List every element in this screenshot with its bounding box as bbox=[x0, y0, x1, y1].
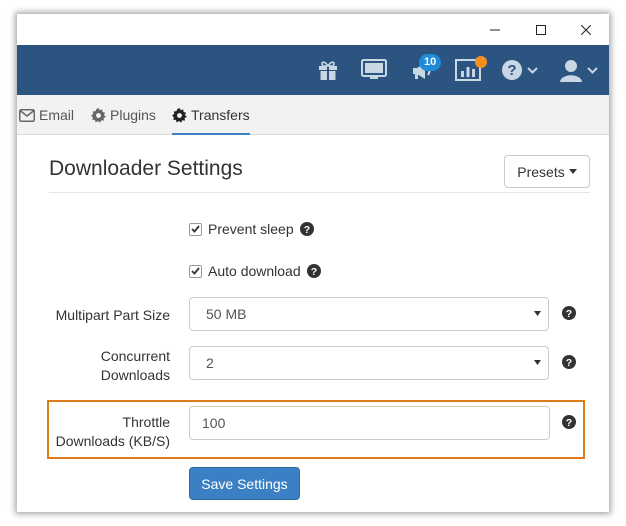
auto-download-row: Auto download ? bbox=[189, 263, 321, 279]
close-icon bbox=[581, 24, 591, 35]
presets-dropdown-button[interactable]: Presets bbox=[504, 155, 590, 188]
help-icon: ? bbox=[562, 355, 576, 369]
minimize-button[interactable] bbox=[472, 14, 518, 45]
envelope-icon bbox=[19, 108, 35, 122]
caret-down-icon bbox=[568, 169, 577, 174]
tab-email[interactable]: Email bbox=[19, 95, 74, 135]
help-icon: ? bbox=[562, 306, 576, 320]
throttle-downloads-input[interactable]: 100 bbox=[189, 406, 550, 440]
tab-transfers[interactable]: Transfers bbox=[172, 95, 250, 136]
maximize-button[interactable] bbox=[518, 14, 564, 45]
concurrent-downloads-label: Concurrent Downloads bbox=[37, 347, 170, 385]
checkmark-icon bbox=[191, 267, 200, 275]
caret-down-icon bbox=[534, 311, 541, 316]
user-menu-button[interactable] bbox=[555, 45, 601, 95]
svg-text:?: ? bbox=[566, 357, 572, 369]
title-divider bbox=[49, 192, 590, 193]
gear-icon bbox=[91, 107, 106, 123]
tab-transfers-label: Transfers bbox=[191, 107, 250, 123]
help-icon: ? bbox=[501, 60, 522, 80]
save-settings-button[interactable]: Save Settings bbox=[189, 467, 300, 500]
gift-button[interactable] bbox=[313, 45, 343, 95]
svg-text:?: ? bbox=[566, 417, 572, 429]
help-icon: ? bbox=[562, 415, 576, 429]
multipart-part-size-label-text: Multipart Part Size bbox=[55, 307, 170, 323]
auto-download-help[interactable]: ? bbox=[306, 264, 321, 278]
settings-panel: Downloader Settings Presets Prevent slee… bbox=[17, 135, 609, 512]
tab-email-label: Email bbox=[39, 107, 75, 123]
tab-plugins[interactable]: Plugins bbox=[91, 95, 156, 135]
help-menu-button[interactable]: ? bbox=[497, 45, 541, 95]
svg-text:?: ? bbox=[310, 266, 316, 278]
page-title: Downloader Settings bbox=[49, 157, 243, 180]
tab-plugins-label: Plugins bbox=[110, 107, 156, 123]
app-window: 10 ? Email Plugins Transfers Downloader … bbox=[17, 14, 609, 512]
title-bar bbox=[17, 14, 609, 45]
multipart-part-size-help[interactable]: ? bbox=[562, 306, 576, 325]
help-icon: ? bbox=[306, 264, 321, 278]
throttle-downloads-label-line1: Throttle bbox=[122, 414, 170, 430]
throttle-downloads-label: Throttle Downloads (KB/S) bbox=[37, 413, 170, 451]
chevron-down-icon bbox=[586, 66, 598, 74]
presets-label: Presets bbox=[517, 163, 565, 180]
monitor-icon bbox=[361, 59, 387, 79]
minimize-icon bbox=[490, 29, 500, 30]
stats-indicator-dot bbox=[475, 56, 487, 68]
user-icon bbox=[559, 60, 582, 82]
auto-download-label: Auto download bbox=[208, 263, 301, 279]
prevent-sleep-row: Prevent sleep ? bbox=[189, 221, 314, 237]
chevron-down-icon bbox=[526, 66, 538, 74]
prevent-sleep-label: Prevent sleep bbox=[208, 221, 294, 237]
concurrent-downloads-label-line2: Downloads bbox=[100, 367, 170, 383]
checkmark-icon bbox=[191, 225, 200, 233]
concurrent-downloads-select[interactable]: 2 bbox=[189, 346, 549, 380]
prevent-sleep-checkbox[interactable] bbox=[189, 222, 202, 236]
svg-text:?: ? bbox=[507, 62, 516, 79]
throttle-downloads-label-line2: Downloads (KB/S) bbox=[55, 433, 170, 449]
stats-button[interactable] bbox=[451, 45, 485, 95]
concurrent-downloads-value: 2 bbox=[206, 355, 214, 371]
maximize-icon bbox=[536, 24, 546, 35]
close-button[interactable] bbox=[563, 14, 609, 45]
prevent-sleep-help[interactable]: ? bbox=[299, 222, 314, 236]
gift-icon bbox=[319, 61, 337, 80]
concurrent-downloads-help[interactable]: ? bbox=[562, 355, 576, 374]
svg-text:?: ? bbox=[303, 224, 309, 236]
throttle-downloads-value: 100 bbox=[202, 415, 226, 431]
multipart-part-size-value: 50 MB bbox=[206, 306, 247, 322]
caret-down-icon bbox=[534, 360, 541, 365]
auto-download-checkbox[interactable] bbox=[189, 264, 202, 278]
settings-tabs: Email Plugins Transfers bbox=[17, 95, 609, 136]
monitor-button[interactable] bbox=[357, 45, 391, 95]
concurrent-downloads-label-line1: Concurrent bbox=[100, 348, 170, 364]
svg-text:?: ? bbox=[566, 308, 572, 320]
notification-badge: 10 bbox=[419, 54, 442, 71]
multipart-part-size-select[interactable]: 50 MB bbox=[189, 297, 549, 331]
gear-icon bbox=[172, 107, 187, 123]
app-header: 10 ? bbox=[17, 45, 609, 95]
help-icon: ? bbox=[299, 222, 314, 236]
throttle-downloads-help[interactable]: ? bbox=[562, 415, 576, 434]
multipart-part-size-label: Multipart Part Size bbox=[37, 306, 170, 325]
